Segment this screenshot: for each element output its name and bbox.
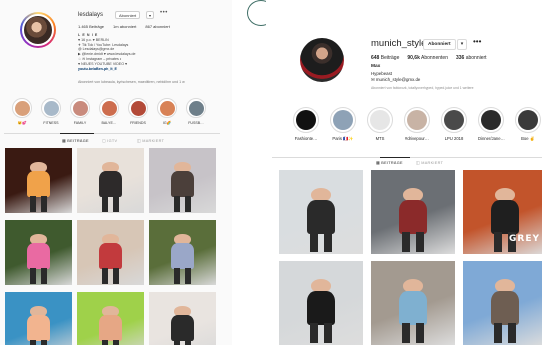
post-thumbnail[interactable]: GREY: [463, 170, 542, 254]
left-profile-panel: lesdalays Abonniert ▾ ••• 1.465 Beiträge…: [0, 0, 232, 345]
story-highlight[interactable]: Boe ✌: [515, 107, 541, 142]
right-more-icon[interactable]: •••: [473, 37, 481, 46]
left-followed-by[interactable]: Abonniert von lubeaula, kyrischesen, mae…: [78, 80, 185, 84]
left-tab-igtv[interactable]: ▢ IGTV: [102, 138, 117, 143]
bio-link[interactable]: youtu.be/aBen-ph_It_E: [78, 67, 178, 72]
post-thumbnail[interactable]: [5, 148, 72, 213]
story-highlight[interactable]: Paris 🇫🇷✨: [330, 107, 356, 142]
post-thumbnail[interactable]: [279, 261, 363, 345]
right-follow-button[interactable]: Abonniert: [423, 39, 456, 50]
story-highlight[interactable]: Dinner/Jane…: [478, 107, 505, 141]
story-highlight[interactable]: IG🌈: [157, 98, 177, 125]
story-highlight-label: Fashionte…: [294, 136, 318, 141]
right-tab-posts[interactable]: ▦ BEITRÄGE: [376, 160, 403, 165]
left-stat-following[interactable]: 867 abonniert: [145, 24, 169, 29]
right-tabs-divider: [272, 157, 542, 158]
story-highlight-label: FRIENDS: [130, 121, 146, 125]
left-follow-button[interactable]: Abonniert: [115, 11, 141, 19]
post-thumbnail[interactable]: [371, 170, 455, 254]
left-profile-stats: 1.465 Beiträge 1m abonniert 867 abonnier…: [78, 24, 170, 29]
right-tab-tagged[interactable]: ◫ MARKIERT: [416, 160, 443, 165]
post-caption: GREY: [509, 234, 540, 244]
story-highlight-label: 🐱💕: [17, 121, 27, 125]
story-highlight-label: FUSSB…: [188, 121, 204, 125]
story-highlight[interactable]: FUSSB…: [186, 98, 206, 125]
left-stat-followers[interactable]: 1m abonniert: [113, 24, 136, 29]
story-highlight[interactable]: 🐱💕: [12, 98, 32, 125]
story-highlight[interactable]: FAMILY: [70, 98, 90, 125]
right-dropdown-button[interactable]: ▾: [457, 39, 467, 50]
story-highlight-label: Dinner/Jane…: [478, 136, 505, 141]
story-highlight-label: Paris 🇫🇷✨: [332, 136, 354, 141]
story-highlight-label: FITNESS: [43, 121, 59, 125]
right-profile-name: Max: [371, 64, 381, 69]
story-highlight-label: IG🌈: [162, 121, 172, 125]
story-highlight[interactable]: FITNESS: [41, 98, 61, 125]
left-more-icon[interactable]: •••: [160, 10, 168, 16]
post-thumbnail[interactable]: [5, 220, 72, 285]
left-profile-avatar[interactable]: [20, 12, 56, 48]
story-highlight-label: LPU 2018: [444, 136, 464, 141]
right-profile-username: munich_style: [371, 38, 427, 49]
left-tab-tagged[interactable]: ◫ MARKIERT: [137, 138, 164, 143]
post-thumbnail[interactable]: [279, 170, 363, 254]
story-highlight-label: FAMILY: [73, 121, 87, 125]
post-thumbnail[interactable]: [77, 148, 144, 213]
right-profile-panel: munich_style Abonniert ▾ ••• 648 Beiträg…: [266, 0, 542, 345]
post-thumbnail[interactable]: [149, 148, 216, 213]
story-highlight[interactable]: BALYE…: [99, 98, 119, 125]
story-highlight[interactable]: #drivepour…: [404, 107, 430, 141]
post-thumbnail[interactable]: [463, 261, 542, 345]
left-stat-posts: 1.465 Beiträge: [78, 24, 105, 29]
right-followed-by[interactable]: Abonniert von fabiorozk, totallyoverhype…: [371, 86, 474, 90]
bio-line: ✉ munich_style@gmx.de: [371, 77, 421, 82]
post-thumbnail[interactable]: [371, 261, 455, 345]
story-highlight[interactable]: MTS: [367, 107, 393, 141]
story-highlight[interactable]: Fashionte…: [293, 107, 319, 141]
right-stat-posts: 648 Beiträge: [371, 55, 400, 61]
left-dropdown-button[interactable]: ▾: [146, 11, 155, 19]
post-thumbnail[interactable]: [5, 292, 72, 345]
post-thumbnail[interactable]: [77, 292, 144, 345]
post-thumbnail[interactable]: [77, 220, 144, 285]
story-highlight-label: Boe ✌: [521, 136, 535, 141]
right-stat-followers[interactable]: 90,6k Abonnenten: [407, 55, 448, 61]
story-highlight[interactable]: LPU 2018: [441, 107, 467, 141]
story-highlight-label: BALYE…: [101, 121, 117, 125]
post-thumbnail[interactable]: [149, 220, 216, 285]
right-stat-following[interactable]: 336 abonniert: [456, 55, 487, 61]
story-highlight-label: MTS: [375, 136, 385, 141]
right-profile-stats: 648 Beiträge 90,6k Abonnenten 336 abonni…: [371, 55, 487, 61]
right-profile-bio: Hypebeast ✉ munich_style@gmx.de: [371, 71, 420, 83]
post-thumbnail[interactable]: [149, 292, 216, 345]
left-profile-username: lesdalays: [78, 12, 104, 18]
left-tabs-divider: [4, 133, 220, 134]
left-tab-posts[interactable]: ▦ BEITRÄGE: [62, 138, 89, 143]
right-profile-avatar[interactable]: [300, 38, 344, 82]
story-highlight-label: #drivepour…: [405, 136, 429, 141]
left-profile-bio: L E N I E ♥ 16 y.o. ♥ BERLIN ✈ Tik Tok /…: [78, 33, 178, 71]
story-highlight[interactable]: FRIENDS: [128, 98, 148, 125]
